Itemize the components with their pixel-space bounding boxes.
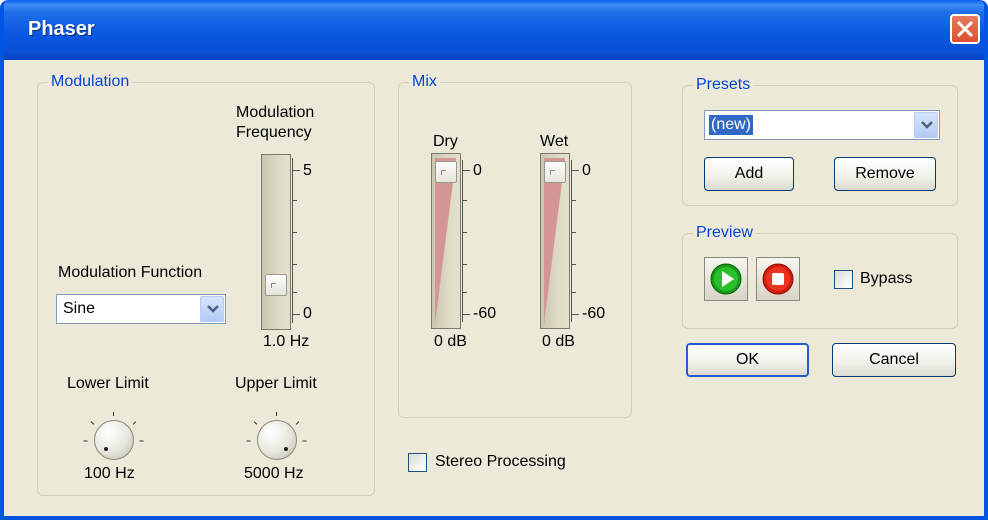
frequency-min-label: 0 xyxy=(303,305,312,322)
wet-slider[interactable] xyxy=(540,153,570,329)
stereo-processing-label[interactable]: Stereo Processing xyxy=(435,453,566,471)
frequency-tick xyxy=(292,232,297,233)
wet-tick xyxy=(571,264,576,265)
close-button[interactable] xyxy=(950,14,980,44)
knob-tick xyxy=(295,421,300,425)
frequency-tick xyxy=(292,314,300,315)
knob-tick xyxy=(90,421,95,425)
knob-tick xyxy=(302,440,307,442)
dry-top-label: 0 xyxy=(473,162,482,179)
mix-group-label: Mix xyxy=(409,73,440,91)
preview-group-label: Preview xyxy=(693,224,756,242)
knob-indicator xyxy=(104,447,108,451)
frequency-value: 1.0 Hz xyxy=(263,333,310,350)
chevron-down-icon xyxy=(921,121,933,129)
knob-tick xyxy=(113,412,114,416)
knob-tick xyxy=(253,421,258,425)
upper-limit-knob-dial[interactable] xyxy=(257,420,297,460)
lower-limit-label: Lower Limit xyxy=(67,375,149,392)
frequency-tick xyxy=(292,170,300,171)
ok-button[interactable]: OK xyxy=(686,343,809,377)
bypass-label[interactable]: Bypass xyxy=(860,270,912,288)
phaser-dialog: Phaser Modulation Modulation Frequency 5… xyxy=(0,0,988,520)
dry-value: 0 dB xyxy=(434,333,467,350)
wet-value: 0 dB xyxy=(542,333,575,350)
modulation-group-label: Modulation xyxy=(48,73,133,91)
wet-tick xyxy=(571,232,576,233)
bypass-checkbox[interactable] xyxy=(834,270,853,289)
dry-slider-thumb[interactable] xyxy=(435,161,457,183)
chevron-down-icon xyxy=(207,305,219,313)
wet-tick xyxy=(571,314,579,315)
wet-tick xyxy=(571,170,579,171)
wet-slider-thumb[interactable] xyxy=(544,161,566,183)
presets-dropdown-button[interactable] xyxy=(914,112,938,138)
wet-scale-line xyxy=(571,160,572,322)
close-icon xyxy=(956,20,974,38)
modulation-function-label: Modulation Function xyxy=(58,264,203,281)
play-icon xyxy=(710,263,742,295)
presets-selected-value: (new) xyxy=(707,114,755,136)
lower-limit-knob[interactable] xyxy=(83,412,144,462)
dry-bottom-label: -60 xyxy=(473,305,497,322)
upper-limit-label: Upper Limit xyxy=(235,375,317,392)
cancel-button[interactable]: Cancel xyxy=(832,343,956,377)
stereo-processing-checkbox[interactable] xyxy=(408,453,427,472)
knob-tick xyxy=(132,421,137,425)
modulation-function-value: Sine xyxy=(63,300,96,317)
modulation-frequency-slider-thumb[interactable] xyxy=(265,274,287,296)
modulation-function-select[interactable]: Sine xyxy=(56,294,226,324)
frequency-max-label: 5 xyxy=(303,162,312,179)
wet-label: Wet xyxy=(540,133,569,150)
window-title: Phaser xyxy=(28,18,95,40)
upper-limit-knob[interactable] xyxy=(246,412,307,462)
frequency-tick xyxy=(292,292,297,293)
knob-tick xyxy=(246,440,251,442)
frequency-scale-line xyxy=(292,158,293,323)
dry-tick xyxy=(462,314,470,315)
dry-label: Dry xyxy=(433,133,458,150)
frequency-tick xyxy=(292,264,297,265)
wet-tick xyxy=(571,292,576,293)
play-button[interactable] xyxy=(704,257,748,301)
lower-limit-knob-dial[interactable] xyxy=(94,420,134,460)
knob-indicator xyxy=(284,447,288,451)
dry-slider[interactable] xyxy=(431,153,461,329)
presets-select[interactable]: (new) xyxy=(704,110,940,140)
knob-tick xyxy=(139,440,144,442)
modulation-frequency-label: Modulation xyxy=(236,104,315,121)
dry-tick xyxy=(462,264,467,265)
dry-tick xyxy=(462,292,467,293)
title-bar: Phaser xyxy=(4,0,984,60)
modulation-function-dropdown-button[interactable] xyxy=(200,296,224,322)
frequency-tick xyxy=(292,200,297,201)
knob-tick xyxy=(276,412,277,416)
stop-icon xyxy=(762,263,794,295)
wet-bottom-label: -60 xyxy=(582,305,606,322)
presets-group-label: Presets xyxy=(693,76,754,94)
modulation-frequency-label: Frequency xyxy=(236,124,312,141)
upper-limit-value: 5000 Hz xyxy=(244,465,304,482)
knob-tick xyxy=(83,440,88,442)
remove-preset-button[interactable]: Remove xyxy=(834,157,936,191)
modulation-frequency-slider[interactable] xyxy=(261,154,291,330)
dry-tick xyxy=(462,232,467,233)
wet-tick xyxy=(571,200,576,201)
dry-scale-line xyxy=(462,160,463,322)
dry-tick xyxy=(462,170,470,171)
dry-tick xyxy=(462,200,467,201)
stop-button[interactable] xyxy=(756,257,800,301)
wet-top-label: 0 xyxy=(582,162,591,179)
add-preset-button[interactable]: Add xyxy=(704,157,794,191)
lower-limit-value: 100 Hz xyxy=(84,465,135,482)
